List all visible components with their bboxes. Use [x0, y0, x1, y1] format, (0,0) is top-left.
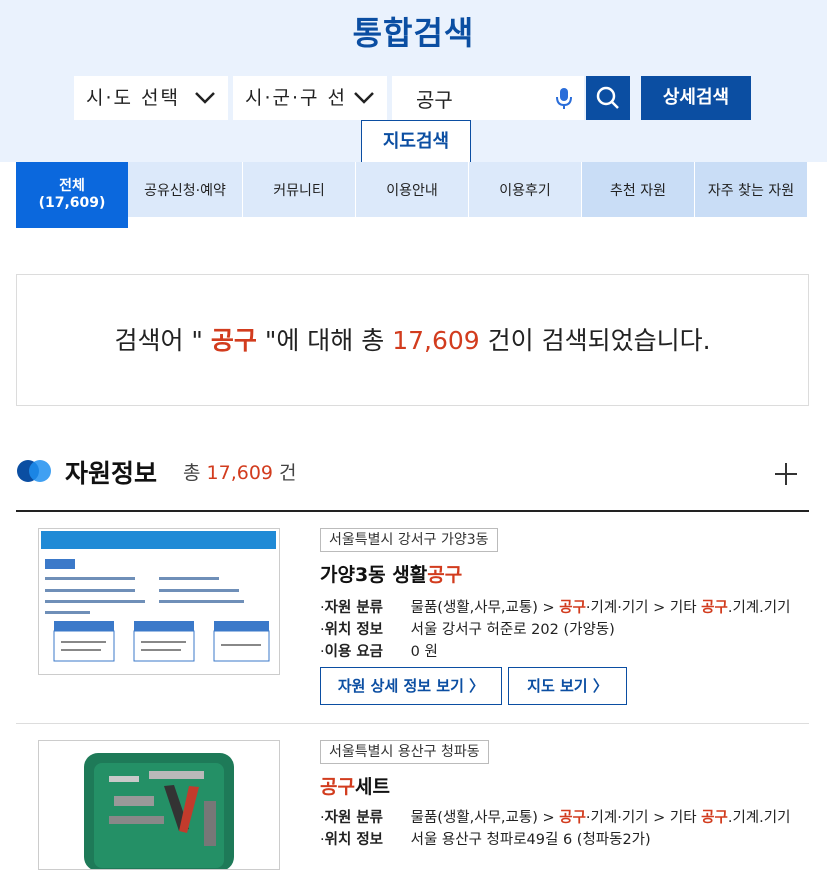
map-view-button[interactable]: 지도 보기 〉 [508, 667, 627, 705]
result-title[interactable]: 공구세트 [320, 772, 390, 799]
section-dots-icon [17, 460, 51, 482]
fee-value: 0 원 [410, 644, 438, 660]
result-address: ·위치 정보 서울 강서구 허준로 202 (가양동) [320, 618, 615, 639]
map-view-label: 지도 보기 [527, 677, 588, 695]
result-card: 서울특별시 강서구 가양3동 가양3동 생활공구 ·자원 분류 물품(생활,사무,… [16, 512, 809, 723]
search-icon [596, 86, 619, 109]
category-mid: ·기계·기기 > 기타 [585, 810, 702, 826]
result-title-post: 세트 [354, 776, 390, 798]
category-tabs: 전체 (17,609) 공유신청·예약 커뮤니티 이용안내 이용후기 추천 자원… [16, 162, 807, 228]
category-highlight: 공구 [559, 810, 586, 826]
section-count-suffix: 건 [273, 462, 297, 484]
category-post: .기계.기기 [727, 600, 791, 616]
summary-suffix: 건이 검색되었습니다. [479, 326, 711, 355]
info-sheet-image [39, 529, 279, 674]
category-highlight: 공구 [559, 600, 586, 616]
detail-search-button[interactable]: 상세검색 [641, 76, 751, 120]
resource-section-header: 자원정보 총 17,609 건 [16, 450, 809, 512]
tab-all[interactable]: 전체 (17,609) [16, 162, 128, 228]
result-location-badge: 서울특별시 용산구 청파동 [320, 740, 489, 764]
result-location-badge: 서울특별시 강서구 가양3동 [320, 528, 498, 552]
search-button[interactable] [586, 76, 630, 120]
summary-keyword: 공구 [210, 326, 257, 355]
tab-frequent[interactable]: 자주 찾는 자원 [694, 162, 807, 217]
category-label: 자원 분류 [324, 810, 384, 826]
location-label: 위치 정보 [324, 622, 384, 638]
section-title: 자원정보 [65, 459, 158, 488]
result-category: ·자원 분류 물품(생활,사무,교통) > 공구·기계·기기 > 기타 공구.기계… [320, 596, 790, 617]
result-title[interactable]: 가양3동 생활공구 [320, 560, 462, 587]
address-value: 서울 용산구 청파로49길 6 (청파동2가) [410, 832, 651, 848]
summary-prefix: 검색어 " [114, 326, 211, 355]
address-value: 서울 강서구 허준로 202 (가양동) [410, 622, 615, 638]
resource-detail-label: 자원 상세 정보 보기 [337, 677, 464, 695]
chevron-right-icon: 〉 [469, 677, 485, 695]
tab-all-count: (17,609) [38, 195, 106, 211]
section-count: 총 17,609 건 [183, 458, 297, 485]
page-title: 통합검색 [352, 14, 475, 52]
category-post: .기계.기기 [727, 810, 791, 826]
summary-middle: "에 대해 총 [256, 326, 393, 355]
category-pre: 물품(생활,사무,교통) > [410, 600, 560, 616]
result-title-highlight: 공구 [427, 564, 463, 586]
sigungu-select[interactable]: 시·군·구 선 [233, 76, 387, 120]
result-address: ·위치 정보 서울 용산구 청파로49길 6 (청파동2가) [320, 828, 651, 849]
result-title-highlight: 공구 [320, 776, 355, 798]
section-count-value: 17,609 [206, 462, 274, 484]
result-title-pre: 가양3동 생활 [320, 564, 428, 586]
tab-reviews[interactable]: 이용후기 [468, 162, 581, 217]
section-count-prefix: 총 [183, 462, 207, 484]
map-search-tab[interactable]: 지도검색 [361, 120, 471, 162]
microphone-icon[interactable] [554, 86, 574, 110]
category-highlight: 공구 [701, 810, 728, 826]
fee-label: 이용 요금 [324, 644, 384, 660]
sido-select[interactable]: 시·도 선택 [74, 76, 228, 120]
category-highlight: 공구 [701, 600, 728, 616]
tool-set-image [39, 741, 279, 869]
search-summary: 검색어 " 공구 "에 대해 총 17,609 건이 검색되었습니다. [16, 274, 809, 406]
tab-community[interactable]: 커뮤니티 [242, 162, 355, 217]
chevron-right-icon: 〉 [592, 677, 608, 695]
search-box [392, 76, 584, 120]
tab-share-request[interactable]: 공유신청·예약 [128, 162, 242, 217]
tab-recommended[interactable]: 추천 자원 [581, 162, 694, 217]
location-label: 위치 정보 [324, 832, 384, 848]
sigungu-select-label: 시·군·구 선 [245, 87, 348, 109]
tab-guide[interactable]: 이용안내 [355, 162, 468, 217]
category-mid: ·기계·기기 > 기타 [585, 600, 702, 616]
sido-select-label: 시·도 선택 [86, 87, 180, 109]
resource-detail-button[interactable]: 자원 상세 정보 보기 〉 [320, 667, 502, 705]
chevron-down-icon [194, 76, 216, 137]
category-pre: 물품(생활,사무,교통) > [410, 810, 560, 826]
result-thumbnail[interactable] [38, 528, 280, 675]
summary-count: 17,609 [392, 326, 480, 355]
tab-all-label: 전체 [59, 178, 85, 194]
result-card: 서울특별시 용산구 청파동 공구세트 ·자원 분류 물품(생활,사무,교통) > … [16, 724, 809, 870]
result-category: ·자원 분류 물품(생활,사무,교통) > 공구·기계·기기 > 기타 공구.기계… [320, 806, 790, 827]
result-thumbnail[interactable] [38, 740, 280, 870]
category-label: 자원 분류 [324, 600, 384, 616]
search-input[interactable] [414, 85, 538, 111]
result-fee: ·이용 요금 0 원 [320, 640, 438, 661]
expand-plus-icon[interactable] [773, 460, 799, 495]
